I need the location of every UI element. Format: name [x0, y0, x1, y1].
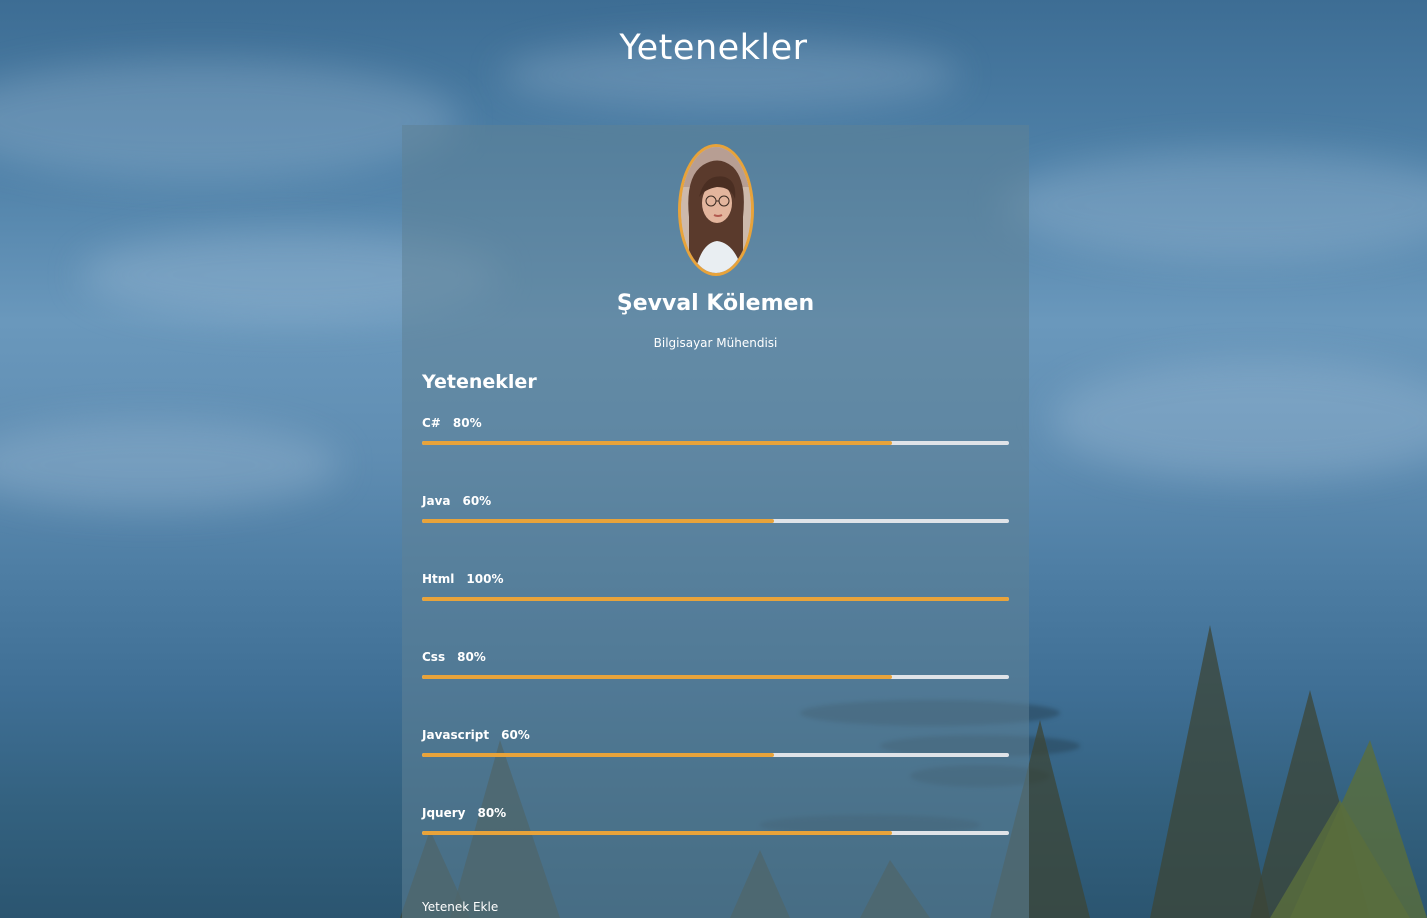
skill-name: Java — [422, 494, 451, 508]
skill-progress-track — [422, 831, 1009, 835]
skill-progress-fill — [422, 831, 892, 835]
skill-progress-fill — [422, 753, 775, 757]
skill-name: Javascript — [422, 728, 490, 742]
skill-progress-track — [422, 753, 1009, 757]
skill-name: C# — [422, 416, 441, 430]
skill-progress-fill — [422, 597, 1009, 601]
skill-item: Javascript 60% — [422, 728, 1009, 768]
profile-card: Şevval Kölemen Bilgisayar Mühendisi Yete… — [402, 125, 1029, 918]
skill-percent: 60% — [501, 728, 530, 742]
skill-item: C# 80% — [422, 416, 1009, 456]
skill-progress-track — [422, 519, 1009, 523]
avatar-portrait — [681, 147, 751, 273]
skill-item: Jquery 80% — [422, 806, 1009, 846]
skill-item: Html 100% — [422, 572, 1009, 612]
skill-item: Java 60% — [422, 494, 1009, 534]
skill-item: Css 80% — [422, 650, 1009, 690]
avatar — [678, 144, 754, 276]
skill-name: Css — [422, 650, 446, 664]
skill-percent: 60% — [462, 494, 492, 508]
skill-progress-track — [422, 441, 1009, 445]
profile-name: Şevval Kölemen — [616, 291, 815, 316]
add-skill-link[interactable]: Yetenek Ekle — [422, 900, 498, 914]
skill-progress-fill — [422, 519, 775, 523]
skill-progress-fill — [422, 441, 892, 445]
skill-percent: 80% — [477, 806, 507, 820]
skill-progress-track — [422, 597, 1009, 601]
skill-percent: 80% — [457, 650, 486, 664]
skills-section-title: Yetenekler — [422, 371, 537, 393]
skill-progress-track — [422, 675, 1009, 679]
skill-progress-fill — [422, 675, 892, 679]
profile-role: Bilgisayar Mühendisi — [653, 336, 778, 350]
skill-percent: 100% — [466, 572, 504, 586]
skill-percent: 80% — [452, 416, 482, 430]
page-title: Yetenekler — [619, 28, 808, 68]
skill-name: Jquery — [422, 806, 466, 820]
skill-name: Html — [422, 572, 455, 586]
